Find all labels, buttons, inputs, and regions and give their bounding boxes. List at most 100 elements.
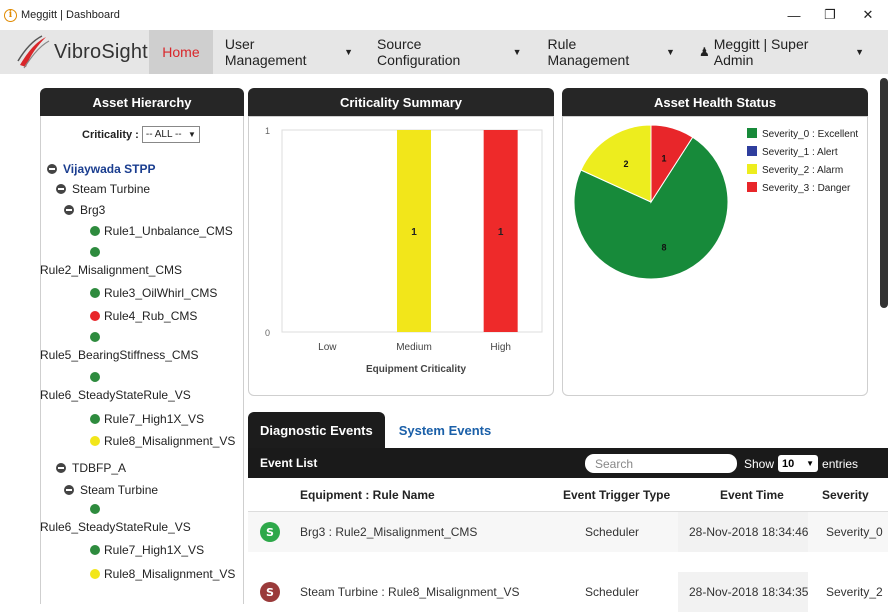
collapse-icon[interactable]	[56, 463, 66, 473]
caret-down-icon: ▼	[187, 130, 196, 139]
page-length-select[interactable]: 10 ▼	[778, 455, 819, 472]
column-header-trigger[interactable]: Event Trigger Type	[563, 488, 670, 502]
info-icon: i	[4, 8, 17, 22]
status-dot-icon	[90, 372, 100, 382]
tree-label: Steam Turbine	[72, 182, 151, 196]
nav-home[interactable]: Home	[149, 30, 213, 74]
event-tabs: Diagnostic Events System Events	[248, 412, 503, 448]
logo-text: VibroSight	[54, 40, 148, 63]
tree-label: Rule6_SteadyStateRule_VS	[40, 388, 191, 402]
tree-label: Rule8_Misalignment_VS	[104, 567, 236, 581]
event-time: 28-Nov-2018 18:34:35	[689, 585, 809, 599]
legend-swatch	[747, 164, 757, 174]
tree-leaf[interactable]: Rule4_Rub_CMS	[90, 309, 197, 323]
legend-label[interactable]: Severity_1 : Alert	[762, 147, 838, 158]
tree-leaf[interactable]: Rule8_Misalignment_VS	[90, 434, 235, 448]
legend-label[interactable]: Severity_0 : Excellent	[762, 129, 858, 140]
tree-node[interactable]: TDBFP_A	[56, 461, 126, 475]
event-trigger: Scheduler	[585, 525, 640, 539]
tree-node[interactable]: Brg3	[64, 203, 105, 217]
pie-slice-label: 2	[624, 159, 629, 169]
status-dot-icon	[90, 288, 100, 298]
nav-rule-management[interactable]: Rule Management ▼	[536, 30, 687, 74]
y-tick-label: 1	[265, 126, 270, 136]
x-tick-label: High	[490, 342, 511, 353]
tree-leaf[interactable]: Rule7_High1X_VS	[90, 412, 204, 426]
event-time: 28-Nov-2018 18:34:46	[689, 525, 809, 539]
collapse-icon[interactable]	[64, 485, 74, 495]
logo-swoosh-icon	[17, 35, 50, 69]
tree-node-root[interactable]: Vijaywada STPP	[47, 162, 156, 176]
scheduler-badge-icon: S	[260, 582, 280, 602]
legend-label[interactable]: Severity_2 : Alarm	[762, 165, 843, 176]
collapse-icon[interactable]	[47, 164, 57, 174]
column-header-severity[interactable]: Severity	[822, 488, 869, 502]
nav-home-label: Home	[162, 44, 200, 60]
tree-label: Rule3_OilWhirl_CMS	[104, 286, 218, 300]
caret-down-icon: ▼	[806, 459, 815, 468]
tree-label: Rule1_Unbalance_CMS	[104, 224, 233, 238]
column-header-time[interactable]: Event Time	[720, 488, 784, 502]
criticality-select[interactable]: -- ALL -- ▼	[141, 126, 200, 143]
nav-user-menu[interactable]: ♟ Meggitt | Super Admin ▼	[687, 30, 888, 74]
event-list-title: Event List	[260, 456, 318, 470]
tree-leaf[interactable]: Rule6_SteadyStateRule_VS	[40, 388, 191, 402]
pie-slice-label: 1	[662, 154, 667, 164]
search-input[interactable]: Search	[585, 454, 737, 473]
collapse-icon[interactable]	[56, 184, 66, 194]
status-dot-icon	[90, 226, 100, 236]
caret-down-icon: ▼	[512, 47, 522, 57]
criticality-summary-header: Criticality Summary	[248, 88, 554, 116]
collapse-icon[interactable]	[64, 205, 74, 215]
entries-label: entries	[822, 456, 859, 471]
tree-node[interactable]: Steam Turbine	[56, 182, 150, 196]
tree-leaf[interactable]: Rule1_Unbalance_CMS	[90, 224, 233, 238]
status-dot-icon	[90, 569, 100, 579]
tree-leaf[interactable]: Rule6_SteadyStateRule_VS	[40, 520, 191, 534]
close-button[interactable]: ✕	[850, 0, 886, 30]
restore-button[interactable]: ❐	[812, 0, 848, 30]
top-navbar: VibroSight Home User Management ▼ Source …	[0, 30, 888, 74]
nav-rule-management-label: Rule Management	[547, 36, 630, 68]
tree-label: Rule6_SteadyStateRule_VS	[40, 520, 191, 534]
search-placeholder: Search	[595, 456, 634, 471]
tree-leaf[interactable]: Rule2_Misalignment_CMS	[40, 263, 182, 277]
x-axis-title: Equipment Criticality	[366, 364, 466, 375]
tree-label: Steam Turbine	[80, 483, 159, 497]
event-rule-name: Brg3 : Rule2_Misalignment_CMS	[300, 525, 478, 539]
nav-source-configuration[interactable]: Source Configuration ▼	[365, 30, 533, 74]
tab-diagnostic-events[interactable]: Diagnostic Events	[248, 412, 385, 448]
column-header-rule[interactable]: Equipment : Rule Name	[300, 488, 435, 502]
caret-down-icon: ▼	[344, 47, 354, 57]
legend-swatch	[747, 182, 757, 192]
event-severity: Severity_0	[826, 525, 883, 539]
tree-leaf[interactable]: Rule8_Misalignment_VS	[90, 567, 235, 581]
tab-system-events[interactable]: System Events	[387, 412, 504, 448]
tree-leaf[interactable]: Rule5_BearingStiffness_CMS	[40, 348, 199, 362]
minimize-button[interactable]: —	[776, 0, 812, 30]
nav-user-management[interactable]: User Management ▼	[213, 30, 365, 74]
table-row[interactable]: S Steam Turbine : Rule8_Misalignment_VS …	[248, 572, 888, 612]
bar-value-label: 1	[498, 227, 504, 238]
tree-leaf[interactable]: Rule3_OilWhirl_CMS	[90, 286, 217, 300]
tree-label: TDBFP_A	[72, 461, 127, 475]
status-dot-icon	[90, 545, 100, 555]
table-row[interactable]: S Brg3 : Rule2_Misalignment_CMS Schedule…	[248, 512, 888, 552]
pie-slice-label: 8	[662, 242, 667, 252]
y-tick-label: 0	[265, 328, 270, 338]
vibrosight-logo[interactable]: VibroSight	[0, 30, 149, 74]
status-dot-icon	[90, 247, 100, 257]
criticality-value: -- ALL --	[145, 129, 182, 140]
caret-down-icon: ▼	[666, 47, 675, 57]
tree-label: Brg3	[80, 203, 106, 217]
legend-label[interactable]: Severity_3 : Danger	[762, 183, 851, 194]
tree-label: Rule8_Misalignment_VS	[104, 434, 236, 448]
page-scrollbar[interactable]	[880, 78, 888, 308]
tree-leaf[interactable]: Rule7_High1X_VS	[90, 543, 204, 557]
tree-node[interactable]: Steam Turbine	[64, 483, 158, 497]
tree-label: Rule7_High1X_VS	[104, 412, 205, 426]
criticality-label: Criticality :	[82, 128, 139, 141]
legend-swatch	[747, 146, 757, 156]
status-dot-icon	[90, 436, 100, 446]
scheduler-badge-icon: S	[260, 522, 280, 542]
